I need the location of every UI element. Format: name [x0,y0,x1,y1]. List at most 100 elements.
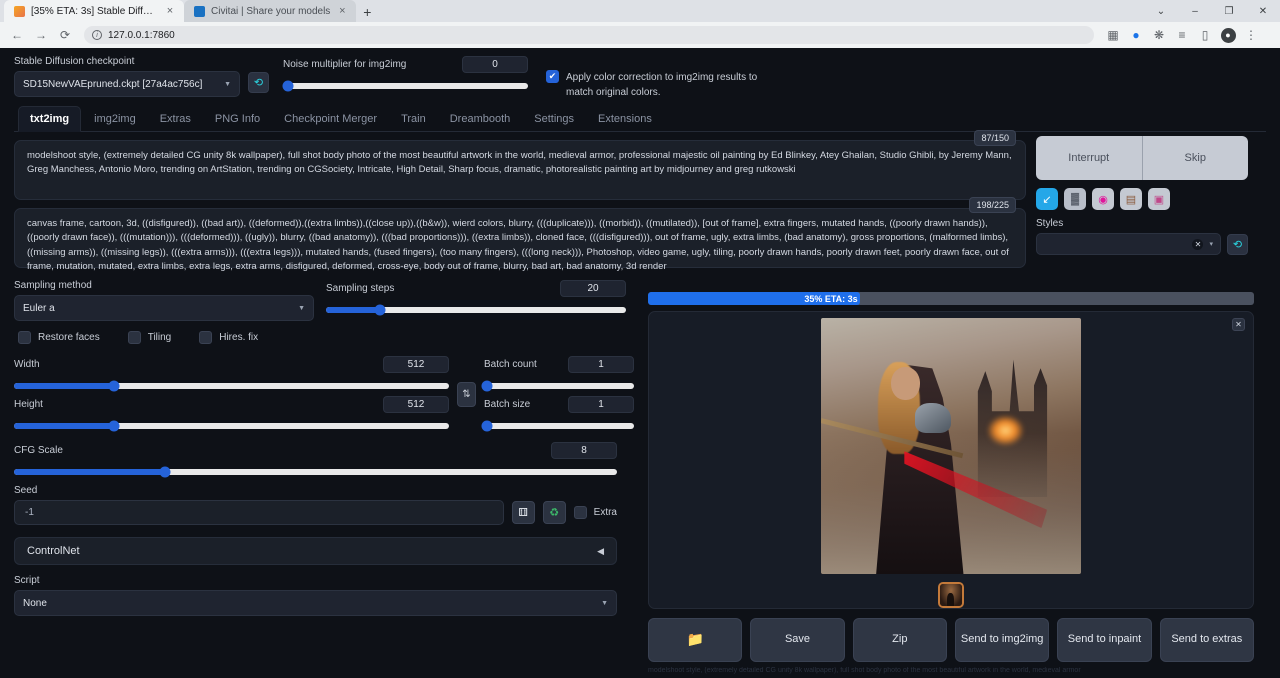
noise-multiplier-block: Noise multiplier for img2img 0 [283,56,528,89]
tab-checkpoint-merger[interactable]: Checkpoint Merger [273,107,388,131]
tab-train[interactable]: Train [390,107,437,131]
sampling-steps-slider[interactable] [326,307,626,313]
height-slider[interactable] [14,423,449,429]
back-icon[interactable]: ← [6,24,28,46]
batch-size-block: Batch size 1 [484,396,634,429]
width-slider[interactable] [14,383,449,389]
browser-tab-stable-diffusion[interactable]: [35% ETA: 3s] Stable Diffusion × [4,0,184,22]
recycle-icon[interactable]: ♻ [543,501,566,524]
batch-size-label: Batch size [484,399,530,410]
tab-extras[interactable]: Extras [149,107,202,131]
clear-styles-icon[interactable]: ✕ [1192,239,1203,250]
styles-block: Styles ✕ ▾ ⟲ [1036,218,1248,255]
clear-prompt-trash-icon[interactable]: ▓ [1064,188,1086,210]
positive-prompt-input[interactable]: modelshoot style, (extremely detailed CG… [14,140,1026,200]
apply-style-clipboard-icon[interactable]: ▤ [1120,188,1142,210]
hires-fix-toggle[interactable]: Hires. fix [199,331,258,344]
script-select[interactable]: None ▼ [14,590,617,616]
negative-prompt-input[interactable]: canvas frame, cartoon, 3d, ((disfigured)… [14,208,1026,268]
apply-prompt-arrow-icon[interactable]: ↙ [1036,188,1058,210]
width-value[interactable]: 512 [383,356,449,373]
checkpoint-label: Stable Diffusion checkpoint [14,56,240,67]
batch-count-value[interactable]: 1 [568,356,634,373]
tab-png-info[interactable]: PNG Info [204,107,271,131]
interrupt-skip-group: Interrupt Skip [1036,136,1248,180]
cfg-scale-slider[interactable] [14,469,617,475]
kebab-menu-icon[interactable]: ⋮ [1240,24,1262,46]
tiling-label: Tiling [148,332,172,343]
tab-search-icon[interactable]: ⌄ [1144,0,1178,22]
hires-fix-checkbox[interactable] [199,331,212,344]
profile-avatar-icon[interactable]: ● [1217,24,1239,46]
reload-icon[interactable]: ⟳ [54,24,76,46]
batch-count-slider[interactable] [484,383,634,389]
restore-faces-checkbox[interactable] [18,331,31,344]
seed-extra-toggle[interactable]: Extra [574,506,617,519]
tab-img2img[interactable]: img2img [83,107,147,131]
sampling-steps-value[interactable]: 20 [560,280,626,297]
controlnet-label: ControlNet [27,545,80,557]
close-icon[interactable]: ✕ [1232,318,1245,331]
sampling-method-block: Sampling method Euler a ▼ [14,280,314,321]
tiling-toggle[interactable]: Tiling [128,331,172,344]
minimize-button[interactable]: – [1178,0,1212,22]
send-to-img2img-button[interactable]: Send to img2img [955,618,1049,662]
noise-multiplier-slider[interactable] [283,83,528,89]
forward-icon[interactable]: → [30,24,52,46]
stable-diffusion-webui: Stable Diffusion checkpoint SD15NewVAEpr… [0,48,1280,678]
generated-image[interactable] [821,318,1081,574]
height-value[interactable]: 512 [383,396,449,413]
open-folder-button[interactable]: 📁 [648,618,742,662]
chevron-down-icon: ▼ [298,305,305,312]
reading-list-icon[interactable]: ≡ [1171,24,1193,46]
puzzle-extension-icon[interactable]: ❋ [1148,24,1170,46]
interrupt-button[interactable]: Interrupt [1036,136,1143,180]
window-close-button[interactable]: ✕ [1246,0,1280,22]
refresh-styles-button[interactable]: ⟲ [1227,234,1248,255]
maximize-button[interactable]: ❐ [1212,0,1246,22]
gallery-thumbnail[interactable] [938,582,964,608]
color-correction-row[interactable]: ✔ Apply color correction to img2img resu… [546,70,776,100]
send-to-extras-button[interactable]: Send to extras [1160,618,1254,662]
calendar-icon[interactable]: ▦ [1102,24,1124,46]
save-button[interactable]: Save [750,618,844,662]
sampling-method-select[interactable]: Euler a ▼ [14,295,314,321]
close-icon[interactable]: × [164,5,176,17]
seed-extra-checkbox[interactable] [574,506,587,519]
browser-tab-civitai[interactable]: Civitai | Share your models × [184,0,356,22]
image-pauldron [915,403,951,434]
cfg-scale-value[interactable]: 8 [551,442,617,459]
circle-blue-icon[interactable]: ● [1125,24,1147,46]
batch-size-value[interactable]: 1 [568,396,634,413]
zip-button[interactable]: Zip [853,618,947,662]
noise-multiplier-value[interactable]: 0 [462,56,528,73]
restore-faces-toggle[interactable]: Restore faces [18,331,100,344]
tab-extensions[interactable]: Extensions [587,107,663,131]
civitai-favicon [194,6,205,17]
tab-settings[interactable]: Settings [523,107,585,131]
tab-txt2img[interactable]: txt2img [18,106,81,132]
sidepanel-icon[interactable]: ▯ [1194,24,1216,46]
seed-input[interactable]: -1 [14,500,504,525]
site-info-icon[interactable]: i [92,30,102,40]
sampling-steps-label: Sampling steps [326,283,394,294]
dice-icon[interactable]: ⚅ [512,501,535,524]
close-icon[interactable]: × [336,5,348,17]
controlnet-accordion[interactable]: ControlNet ◀ [14,537,617,565]
send-to-inpaint-button[interactable]: Send to inpaint [1057,618,1151,662]
address-bar[interactable]: i 127.0.0.1:7860 [84,26,1094,44]
checkpoint-select[interactable]: SD15NewVAEpruned.ckpt [27a4ac756c] ▼ [14,71,240,97]
refresh-checkpoint-button[interactable]: ⟲ [248,72,269,93]
extra-networks-icon[interactable]: ◉ [1092,188,1114,210]
save-style-icon[interactable]: ▣ [1148,188,1170,210]
tab-dreambooth[interactable]: Dreambooth [439,107,522,131]
tiling-checkbox[interactable] [128,331,141,344]
batch-size-slider[interactable] [484,423,634,429]
skip-button[interactable]: Skip [1143,136,1249,180]
styles-select[interactable]: ✕ ▾ [1036,233,1221,255]
restore-faces-label: Restore faces [38,332,100,343]
chevron-down-icon: ▼ [601,600,608,607]
new-tab-button[interactable]: + [356,2,378,22]
color-correction-checkbox[interactable]: ✔ [546,70,559,83]
swap-dimensions-button[interactable]: ⇅ [457,382,476,407]
